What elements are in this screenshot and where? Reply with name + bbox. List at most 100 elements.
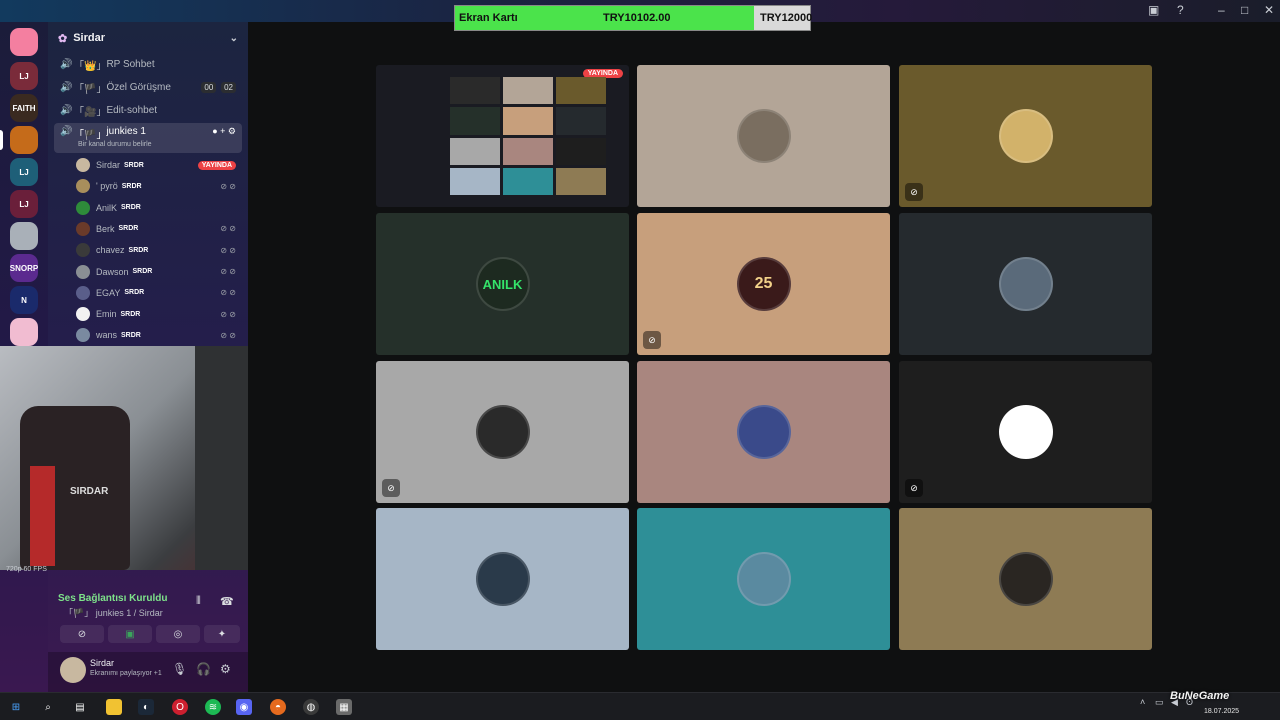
tile-user-10[interactable] <box>376 508 629 650</box>
task-view-icon[interactable]: ▤ <box>72 699 88 715</box>
app-icon[interactable]: ▦ <box>336 699 352 715</box>
channel-status[interactable]: Bir kanal durumu belirle <box>78 141 152 148</box>
voice-member[interactable]: AnilK SRDR <box>76 199 236 217</box>
server-orange-icon[interactable] <box>0 126 38 154</box>
watermark-logo: BuNeGame <box>1170 690 1230 702</box>
voice-member[interactable]: wans SRDR ⊘ ⊘ <box>76 326 236 344</box>
clock-date[interactable]: 18.07.2025 <box>1204 708 1239 715</box>
server-faith-icon[interactable]: FAITH <box>10 94 38 122</box>
tile-user-3[interactable]: ⊘ <box>899 65 1152 207</box>
member-name: Dawson <box>96 266 129 277</box>
spotify-icon[interactable]: ≋ <box>205 699 221 715</box>
avatar <box>998 552 1053 606</box>
camera-off-icon: ⊘ <box>77 628 87 640</box>
microphone-icon[interactable]: 🎙 <box>172 662 187 676</box>
headphones-icon[interactable]: 🎧 <box>196 662 211 676</box>
avatar[interactable] <box>60 657 86 683</box>
progress-target: TRY12000 <box>760 12 813 24</box>
member-rank: SRDR <box>124 161 144 169</box>
tile-stream[interactable]: YAYINDA <box>376 65 629 207</box>
server-header[interactable]: ✿ Sirdar ⌄ <box>48 22 248 54</box>
tile-user-6[interactable] <box>899 213 1152 355</box>
avatar <box>998 405 1053 459</box>
taskbar: ⊞ ⌕ ▤ ◐ O ≋ ◉ ◓ ◍ ▦ ˄ ▭ ◀ ʘ 18.07.2025 <box>0 692 1280 720</box>
voice-member[interactable]: Emin SRDR ⊘ ⊘ <box>76 305 236 323</box>
add-member-icon[interactable]: + <box>220 126 225 136</box>
avatar <box>998 109 1053 163</box>
soundboard-button[interactable]: ✦ <box>204 625 240 643</box>
channel-edit-sohbet[interactable]: 🔊 「🎥」 Edit-sohbet <box>54 100 242 120</box>
server-lj-2-icon[interactable]: LJ <box>10 158 38 186</box>
tile-user-2[interactable] <box>637 65 890 207</box>
server-cat-icon[interactable] <box>10 222 38 250</box>
voice-member[interactable]: Dawson SRDR ⊘ ⊘ <box>76 263 236 281</box>
stream-preview <box>450 77 606 195</box>
help-icon[interactable]: ? <box>1177 3 1184 17</box>
camera-off-button[interactable]: ⊘ <box>60 625 104 643</box>
gear-icon[interactable]: ⚙ <box>220 662 231 676</box>
close-button[interactable]: ✕ <box>1264 3 1274 17</box>
obs-icon[interactable]: ◍ <box>303 699 319 715</box>
progress-label: Ekran Kartı <box>459 12 518 24</box>
tile-user-12[interactable] <box>899 508 1152 650</box>
muted-icon: ⊘ ⊘ <box>220 267 236 276</box>
server-pink-icon[interactable] <box>10 318 38 346</box>
chevron-down-icon[interactable]: ⌄ <box>230 33 238 44</box>
voice-member[interactable]: Sirdar SRDR YAYINDA <box>76 156 236 174</box>
inbox-icon[interactable]: ▣ <box>1148 3 1159 17</box>
member-name: wans <box>96 330 118 341</box>
stream-preview-cell <box>503 107 553 135</box>
stream-preview-cell <box>450 167 500 195</box>
steam-icon[interactable]: ◐ <box>138 699 154 715</box>
stream-preview-cell <box>503 137 553 165</box>
server-lj-3-icon[interactable]: LJ <box>10 190 38 218</box>
voice-member[interactable]: ' pyrö SRDR ⊘ ⊘ <box>76 177 236 195</box>
disconnect-icon[interactable]: ☎ <box>220 595 234 608</box>
soundboard-icon: ✦ <box>217 628 227 640</box>
server-snorp-icon[interactable]: SNORP <box>10 254 38 282</box>
file-explorer-icon[interactable] <box>106 699 122 715</box>
avatar <box>76 200 90 215</box>
avatar <box>736 552 791 606</box>
stream-preview-cell <box>556 77 606 105</box>
opera-icon[interactable]: O <box>172 699 188 715</box>
channel-rp-sohbet[interactable]: 🔊 「👑」 RP Sohbet <box>54 54 242 74</box>
voice-member[interactable]: chavez SRDR ⊘ ⊘ <box>76 241 236 259</box>
maximize-button[interactable]: □ <box>1241 3 1248 17</box>
network-icon[interactable]: ▭ <box>1155 697 1164 708</box>
windows-start-icon[interactable]: ⊞ <box>8 699 24 715</box>
tile-user-7[interactable]: ⊘ <box>376 361 629 503</box>
avatar <box>998 257 1053 311</box>
channel-ozel-gorusme[interactable]: 🔊 「🏴」 Özel Görüşme 00 02 <box>54 77 242 97</box>
gear-icon[interactable]: ⚙ <box>228 126 236 136</box>
tile-user-8[interactable] <box>637 361 890 503</box>
avatar <box>76 243 90 258</box>
voice-connection-panel: Ses Bağlantısı Kuruldu 「🏴」 junkies 1 / S… <box>48 585 248 655</box>
voice-status[interactable]: Ses Bağlantısı Kuruldu <box>58 593 167 604</box>
activity-button[interactable]: ◎ <box>156 625 200 643</box>
voice-member[interactable]: Berk SRDR ⊘ ⊘ <box>76 220 236 238</box>
avatar <box>736 405 791 459</box>
voice-member[interactable]: EGAY SRDR ⊘ ⊘ <box>76 284 236 302</box>
gamepad-icon: ◎ <box>173 628 183 640</box>
discord-icon[interactable]: ◉ <box>236 699 252 715</box>
home-icon[interactable] <box>10 28 38 56</box>
screen-share-button[interactable]: ▣ <box>108 625 152 643</box>
minimize-button[interactable]: – <box>1218 3 1225 17</box>
tile-panda[interactable]: ⊘ <box>899 361 1152 503</box>
voice-channel[interactable]: 「🏴」 junkies 1 / Sirdar <box>64 606 163 619</box>
chevron-up-icon[interactable]: ˄ <box>1140 697 1145 707</box>
channel-junkies-1[interactable]: 🔊 「🏴」 junkies 1 ● + ⚙ <box>54 123 242 153</box>
server-lj-1-icon[interactable]: LJ <box>10 62 38 90</box>
chat-icon[interactable]: ● <box>212 126 217 136</box>
deafened-icon: ⊘ <box>905 479 923 497</box>
server-n-icon[interactable]: N <box>10 286 38 314</box>
channel-label: junkies 1 <box>106 126 146 137</box>
tile-25[interactable]: 25 ⊘ <box>637 213 890 355</box>
tile-anilk[interactable]: ANILK <box>376 213 629 355</box>
search-icon[interactable]: ⌕ <box>40 699 56 715</box>
voice-grid: YAYINDA ⊘ ANILK 25 ⊘ ⊘ ⊘ <box>248 22 1280 692</box>
game-icon[interactable]: ◓ <box>270 699 286 715</box>
noise-icon[interactable]: ⦀ <box>196 595 201 608</box>
tile-user-11[interactable] <box>637 508 890 650</box>
